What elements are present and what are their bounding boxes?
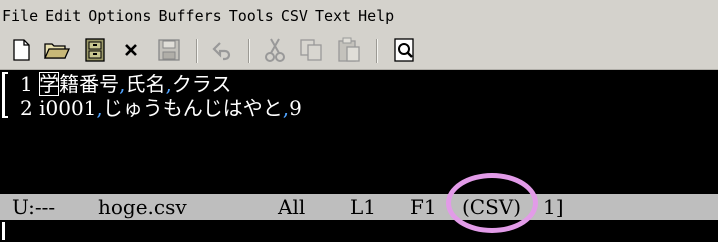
- search-icon[interactable]: [392, 37, 418, 63]
- menu-options[interactable]: Options: [88, 7, 151, 25]
- menu-text[interactable]: Text: [315, 7, 351, 25]
- cut-icon[interactable]: [262, 37, 288, 63]
- close-icon[interactable]: [118, 37, 144, 63]
- csv-field: 氏名: [125, 72, 166, 96]
- buffer-filename[interactable]: hoge.csv: [98, 194, 187, 220]
- fringe-bracket-bottom: [2, 94, 8, 118]
- menu-buffers[interactable]: Buffers: [158, 7, 221, 25]
- save-cabinet-icon[interactable]: [82, 37, 108, 63]
- line-indicator: L1: [350, 195, 377, 219]
- left-fringe: [0, 70, 12, 194]
- toolbar: [0, 32, 718, 70]
- menu-tools[interactable]: Tools: [229, 7, 274, 25]
- buffer-line[interactable]: 1 学籍番号,氏名,クラス: [20, 72, 231, 96]
- field-indicator: F1: [410, 195, 437, 219]
- text-cursor: 学: [39, 72, 60, 96]
- csv-field: 籍番号: [59, 72, 120, 96]
- paste-icon[interactable]: [336, 37, 362, 63]
- fringe-bracket-top: [2, 72, 8, 96]
- toolbar-separator: [376, 39, 378, 63]
- menu-csv[interactable]: CSV: [281, 7, 308, 25]
- mode-extra: 1]: [543, 195, 564, 219]
- mode-line: U:--- hoge.csv All L1 F1 (CSV) 1]: [0, 194, 718, 220]
- toolbar-separator: [248, 39, 250, 63]
- csv-field: 9: [289, 96, 302, 120]
- line-number: 1: [20, 72, 33, 96]
- menu-help[interactable]: Help: [358, 7, 394, 25]
- buffer-line[interactable]: 2 i0001,じゅうもんじはやと,9: [20, 96, 302, 120]
- menu-file[interactable]: File: [2, 7, 38, 25]
- major-mode[interactable]: (CSV): [462, 194, 521, 220]
- toolbar-separator: [196, 39, 198, 63]
- scroll-position: All: [278, 195, 306, 219]
- csv-field: クラス: [171, 72, 232, 96]
- menu-bar: File Edit Options Buffers Tools CSV Text…: [0, 0, 718, 32]
- line-number: 2: [20, 96, 33, 120]
- echo-area[interactable]: [0, 220, 718, 242]
- undo-icon[interactable]: [210, 37, 236, 63]
- buffer-status: U:---: [12, 195, 56, 219]
- csv-field: i0001: [39, 96, 97, 120]
- csv-field: じゅうもんじはやと: [102, 96, 283, 120]
- open-folder-icon[interactable]: [44, 37, 70, 63]
- copy-icon[interactable]: [298, 37, 324, 63]
- echo-fringe: [2, 222, 6, 240]
- editor-buffer[interactable]: 1 学籍番号,氏名,クラス 2 i0001,じゅうもんじはやと,9: [0, 70, 718, 194]
- new-file-icon[interactable]: [8, 37, 34, 63]
- save-disk-icon[interactable]: [156, 37, 182, 63]
- menu-edit[interactable]: Edit: [45, 7, 81, 25]
